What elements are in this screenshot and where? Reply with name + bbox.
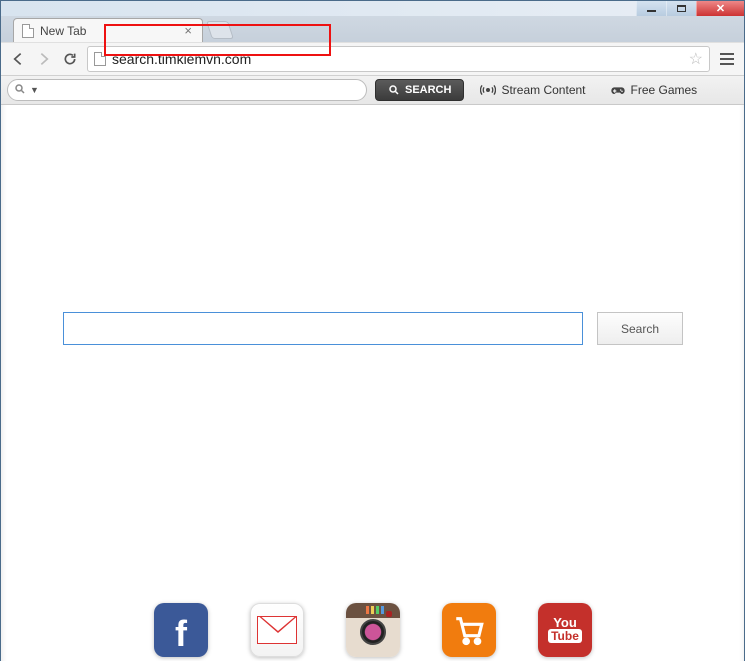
window-controls: ✕ (636, 1, 744, 16)
app-shortcuts-row: f You Tube (2, 603, 744, 657)
toolbar-search-input[interactable] (43, 83, 360, 97)
page-content: Search f You Tube (1, 105, 744, 661)
reload-button[interactable] (61, 50, 79, 68)
window-maximize-button[interactable] (666, 1, 696, 16)
new-tab-button[interactable] (206, 21, 234, 39)
forward-button[interactable] (35, 50, 53, 68)
gmail-icon (257, 616, 297, 644)
toolbar-search-button[interactable]: SEARCH (375, 79, 464, 101)
search-icon (14, 83, 26, 98)
cart-icon (452, 613, 486, 647)
stream-content-label: Stream Content (501, 83, 585, 97)
navigation-toolbar: ☆ (1, 42, 744, 76)
window-minimize-button[interactable] (636, 1, 666, 16)
tab-strip: New Tab × (1, 16, 744, 42)
facebook-icon: f (175, 613, 187, 655)
instagram-shortcut[interactable] (346, 603, 400, 657)
tab-close-icon[interactable]: × (182, 23, 194, 38)
youtube-icon-top: You (553, 617, 577, 629)
browser-tab[interactable]: New Tab × (13, 18, 203, 42)
extension-toolbar: ▼ SEARCH Stream Content Free Games (1, 76, 744, 105)
document-icon (22, 24, 34, 38)
instagram-icon (366, 606, 384, 614)
menu-button[interactable] (718, 51, 736, 67)
gamepad-icon (610, 82, 626, 98)
gmail-shortcut[interactable] (250, 603, 304, 657)
free-games-link[interactable]: Free Games (602, 82, 706, 98)
stream-content-link[interactable]: Stream Content (472, 82, 593, 98)
facebook-shortcut[interactable]: f (154, 603, 208, 657)
toolbar-search-button-label: SEARCH (405, 84, 451, 96)
free-games-label: Free Games (631, 83, 698, 97)
youtube-icon-bottom: Tube (548, 629, 582, 643)
bookmark-star-icon[interactable]: ☆ (689, 49, 703, 69)
shopping-shortcut[interactable] (442, 603, 496, 657)
toolbar-search-field[interactable]: ▼ (7, 79, 367, 101)
dropdown-icon[interactable]: ▼ (30, 85, 39, 95)
main-search-row: Search (2, 312, 744, 345)
broadcast-icon (480, 82, 496, 98)
window-titlebar: ✕ (1, 1, 744, 16)
back-button[interactable] (9, 50, 27, 68)
address-bar[interactable]: ☆ (87, 46, 710, 72)
youtube-shortcut[interactable]: You Tube (538, 603, 592, 657)
site-icon (94, 52, 106, 66)
url-input[interactable] (112, 51, 683, 67)
main-search-input[interactable] (63, 312, 583, 345)
main-search-button[interactable]: Search (597, 312, 683, 345)
window-close-button[interactable]: ✕ (696, 1, 744, 16)
tab-title: New Tab (40, 24, 86, 38)
